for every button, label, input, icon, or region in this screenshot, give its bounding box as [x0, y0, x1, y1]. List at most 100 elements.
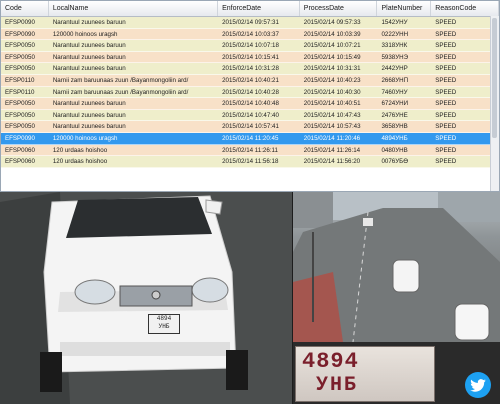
car-emblem [151, 290, 161, 300]
side-mirror [205, 199, 223, 215]
cell-reasoncode: SPEED [435, 19, 457, 26]
plate-closeup-photo: 4894 УНБ [293, 342, 500, 404]
cell-localname: Narnii zam baruunaas zuun /Bayanmongolii… [52, 88, 189, 96]
cell-code: EFSP0090 [5, 19, 35, 26]
cell-enforcedate: 2015/02/14 10:47:40 [222, 111, 279, 119]
cell-code: EFSP0110 [5, 88, 35, 96]
table-row[interactable]: EFSP0060 120 urdaas hoishoo 2015/02/14 11:… [1, 156, 499, 168]
column-header-reasoncode[interactable]: ReasonCode [431, 1, 499, 16]
vertical-scrollbar[interactable] [490, 16, 499, 191]
cell-processdate: 2015/02/14 10:15:49 [303, 53, 361, 61]
cell-localname: Narantuul zuunees baruun [52, 65, 126, 73]
evidence-photos: 4894 УНБ 4894 УНБ [0, 192, 500, 404]
cell-enforcedate: 2015/02/14 10:40:21 [222, 76, 279, 84]
table-row[interactable]: EFSP0050 Narantuul zuunees baruun 2015/02/… [1, 109, 499, 122]
cell-localname: Narantuul zuunees baruun [52, 123, 126, 131]
cell-enforcedate: 2015/02/14 10:31:28 [222, 65, 279, 73]
cell-reasoncode: SPEED [435, 30, 457, 38]
column-header-platenumber[interactable]: PlateNumber [377, 1, 432, 16]
table-row[interactable]: EFSP0050 Narantuul zuunees baruun 2015/02/… [1, 98, 499, 110]
table-row[interactable]: EFSP0050 Narantuul zuunees baruun 2015/02/… [1, 63, 499, 75]
cell-processdate: 2015/02/14 10:40:51 [303, 100, 361, 108]
table-row[interactable]: EFSP0090 120000 hoinoos uragsh 2015/02/14 … [1, 28, 499, 41]
cell-reasoncode: SPEED [435, 100, 457, 108]
column-header-code[interactable]: Code [1, 1, 49, 16]
plate-closeup-letters: УНБ [316, 374, 359, 397]
cell-platenumber: 0076УБӨ [381, 158, 409, 166]
left-headlight [74, 279, 116, 305]
cell-platenumber: 5938УНЭ [381, 53, 409, 61]
cell-enforcedate: 2015/02/14 10:40:48 [222, 100, 279, 108]
cell-processdate: 2015/02/14 11:56:20 [303, 158, 361, 166]
vehicle-front-photo-drawing [0, 192, 292, 404]
cell-code: EFSP0090 [5, 30, 35, 38]
left-tire [40, 352, 62, 392]
table-row[interactable]: EFSP0050 Narantuul zuunees baruun 2015/02/… [1, 40, 499, 52]
car-plate-letters: УНБ [158, 323, 170, 330]
cell-code: EFSP0060 [5, 146, 35, 154]
right-tire [226, 350, 248, 390]
twitter-bird-glyph [470, 378, 486, 392]
grid-body: EFSP0090 Narantuul zuunees baruun 2015/02/… [1, 17, 499, 168]
cell-processdate: 2015/02/14 10:40:30 [303, 88, 361, 96]
street-overview-photo [293, 192, 500, 342]
violations-grid: Code LocalName EnforceDate ProcessDate P… [0, 0, 500, 192]
column-header-localname[interactable]: LocalName [49, 1, 219, 16]
table-row[interactable]: EFSP0110 Narnii zam baruunaas zuun /Bayan… [1, 74, 499, 87]
building-left [293, 192, 333, 228]
table-row[interactable]: EFSP0090 Narantuul zuunees baruun 2015/02/… [1, 17, 499, 29]
cell-processdate: 2015/02/14 10:57:43 [303, 123, 361, 131]
cell-enforcedate: 2015/02/14 10:57:41 [222, 123, 279, 131]
cell-platenumber: 0480УНВ [381, 146, 408, 154]
cell-reasoncode: SPEED [435, 53, 457, 61]
cell-reasoncode: SPEED [435, 42, 457, 50]
table-row[interactable]: EFSP0050 Narantuul zuunees baruun 2015/02/… [1, 51, 499, 64]
cell-platenumber: 6724УНИ [381, 100, 409, 108]
distant-car [363, 218, 373, 226]
cell-reasoncode: SPEED [435, 123, 457, 131]
column-header-enforcedate[interactable]: EnforceDate [218, 1, 300, 16]
grid-header: Code LocalName EnforceDate ProcessDate P… [1, 1, 499, 17]
cell-code: EFSP0050 [5, 42, 35, 50]
cell-processdate: 2015/02/14 10:47:43 [303, 111, 361, 119]
cell-reasoncode: SPEED [435, 76, 457, 84]
vehicle-front-photo: 4894 УНБ [0, 192, 292, 404]
cell-enforcedate: 2015/02/14 11:20:45 [222, 134, 279, 142]
twitter-bird-icon[interactable] [465, 372, 491, 398]
cell-processdate: 2015/02/14 11:26:14 [303, 146, 361, 154]
cell-platenumber: 2668УНП [381, 76, 409, 84]
cell-platenumber: 3318УНК [381, 42, 408, 50]
table-row[interactable]: EFSP0110 Narnii zam baruunaas zuun /Bayan… [1, 86, 499, 99]
cell-processdate: 2015/02/14 10:07:21 [303, 42, 361, 50]
white-car-right [454, 303, 490, 341]
cell-code: EFSP0060 [5, 158, 35, 166]
car-plate-number: 4894 [156, 315, 172, 322]
cell-localname: 120 urdaas hoishoo [52, 158, 108, 166]
cell-reasoncode: SPEED [435, 158, 457, 166]
cell-code: EFSP0050 [5, 123, 35, 131]
cell-processdate: 2015/02/14 10:31:31 [303, 65, 361, 73]
cell-localname: Narantuul zuunees baruun [52, 42, 126, 50]
right-headlight [191, 277, 229, 303]
scrollbar-thumb[interactable] [492, 18, 497, 138]
cell-reasoncode: SPEED [435, 146, 457, 154]
cell-enforcedate: 2015/02/14 10:15:41 [222, 53, 279, 61]
column-header-processdate[interactable]: ProcessDate [300, 1, 378, 16]
cell-platenumber: 7460УНУ [381, 88, 408, 96]
table-row[interactable]: EFSP0060 120 urdaas hoishoo 2015/02/14 11:… [1, 144, 499, 157]
cell-localname: Narantuul zuunees baruun [52, 100, 126, 108]
cell-localname: 120000 hoinoos uragsh [52, 30, 118, 38]
cell-localname: Narantuul zuunees baruun [52, 111, 126, 119]
table-row[interactable]: EFSP0050 Narantuul zuunees baruun 2015/02/… [1, 121, 499, 133]
cell-enforcedate: 2015/02/14 10:40:28 [222, 88, 279, 96]
plate-closeup-number: 4894 [302, 349, 359, 374]
cell-reasoncode: SPEED [435, 88, 457, 96]
cell-localname: 120 urdaas hoishoo [52, 146, 108, 154]
cell-platenumber: 2476УНЕ [381, 111, 408, 119]
cell-platenumber: 1542УНУ [381, 19, 408, 26]
cell-code: EFSP0050 [5, 111, 35, 119]
cell-localname: Narantuul zuunees baruun [52, 19, 126, 26]
white-car-middle [392, 259, 420, 293]
table-row-selected[interactable]: EFSP0090 120000 hoinoos uragsh 2015/02/14 … [1, 132, 499, 145]
street-overview-drawing [293, 192, 500, 342]
